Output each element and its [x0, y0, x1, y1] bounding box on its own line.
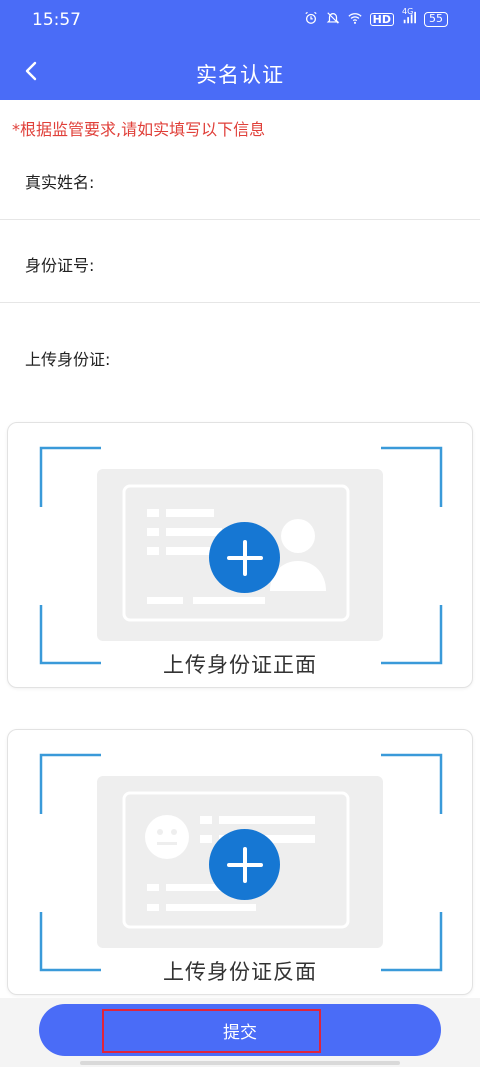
page-title: 实名认证: [196, 63, 284, 87]
notice-text: *根据监管要求,请如实填写以下信息: [12, 120, 266, 139]
upload-front-caption: 上传身份证正面: [163, 653, 317, 677]
upload-id-back[interactable]: 上传身份证反面: [7, 729, 473, 995]
upload-id-front[interactable]: 上传身份证正面: [7, 422, 473, 688]
id-label: 身份证号:: [25, 256, 95, 275]
status-time: 15:57: [32, 10, 81, 30]
submit-button[interactable]: 提交: [39, 1004, 441, 1056]
plus-icon: [226, 539, 263, 576]
upload-back-caption: 上传身份证反面: [163, 960, 317, 984]
name-label: 真实姓名:: [25, 173, 95, 192]
alarm-icon: [304, 11, 318, 28]
network-label: 4G: [402, 7, 414, 16]
id-number-input[interactable]: [112, 241, 452, 281]
plus-icon: [226, 846, 263, 883]
signal-icon: 4G: [402, 7, 416, 28]
mute-icon: [326, 11, 340, 28]
hd-icon: HD: [369, 13, 394, 26]
status-bar: 15:57 HD 4G 55: [0, 0, 480, 42]
id-row: 身份证号:: [0, 221, 480, 303]
battery-icon: 55: [424, 12, 448, 27]
status-icons: HD 4G 55: [304, 7, 448, 28]
name-input[interactable]: [112, 158, 452, 198]
plus-button-front[interactable]: [209, 522, 280, 593]
name-row: 真实姓名:: [0, 138, 480, 220]
wifi-icon: [348, 11, 362, 28]
home-indicator[interactable]: [80, 1061, 400, 1065]
upload-label: 上传身份证:: [25, 350, 111, 369]
plus-button-back[interactable]: [209, 829, 280, 900]
nav-bar: 实名认证: [0, 42, 480, 100]
